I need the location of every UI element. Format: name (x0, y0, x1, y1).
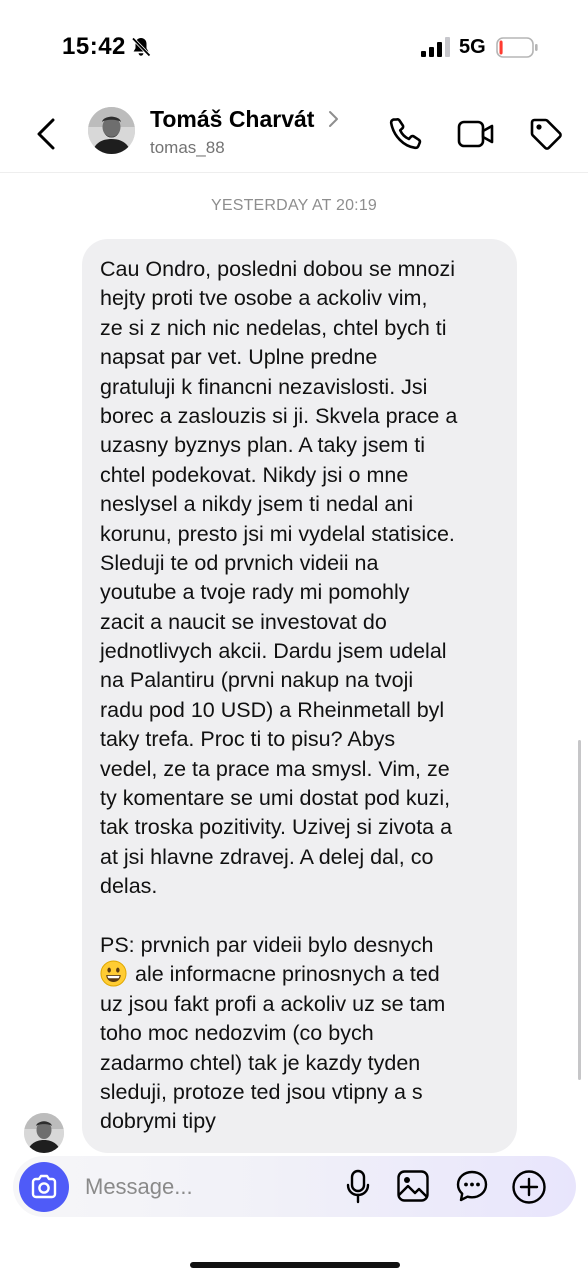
message-line: vedel, ze ta prace ma smysl. Vim, ze (100, 756, 450, 781)
status-bar: 15:42 5G (0, 0, 588, 96)
network-label: 5G (459, 36, 486, 58)
chat-header: Tomáš Charvát tomas_88 (0, 96, 588, 173)
mic-icon[interactable] (345, 1169, 371, 1205)
contact-username: tomas_88 (150, 138, 225, 157)
message-line: toho moc nedozvim (co bych (100, 1021, 374, 1046)
contact-name[interactable]: Tomáš Charvát (150, 106, 314, 133)
message-line: ty komentare se umi dostat pod kuzi, (100, 786, 451, 811)
message-bubble[interactable]: Cau Ondro, posledni dobou se mnozi hejty… (82, 239, 517, 1153)
message-line: Sleduji te od prvnich videii na (100, 550, 379, 575)
message-line: neslysel a nikdy jsem ti nedal ani (100, 492, 414, 517)
message-line: gratuluji k financni nezavislosti. Jsi (100, 374, 428, 399)
bell-off-icon (131, 37, 151, 57)
message-line-text: ale informacne prinosnych a ted (135, 962, 440, 987)
home-indicator[interactable] (190, 1262, 400, 1268)
plus-icon[interactable] (511, 1169, 547, 1205)
message-line: ale informacne prinosnych a ted (100, 960, 503, 989)
camera-button[interactable] (19, 1162, 69, 1212)
message-timestamp: YESTERDAY AT 20:19 (210, 197, 378, 214)
message-line: jednotlivych akcii. Dardu jsem udelal (100, 639, 447, 664)
video-call-icon[interactable] (457, 118, 495, 150)
message-line: sleduji, protoze ted jsou vtipny a s (100, 1079, 423, 1104)
camera-icon (31, 1174, 57, 1199)
tag-icon[interactable] (528, 116, 564, 152)
grinning-face-emoji-icon (100, 960, 127, 987)
message-input[interactable] (83, 1168, 317, 1206)
sticker-icon[interactable] (455, 1169, 489, 1203)
message-line: napsat par vet. Uplne predne (100, 345, 378, 370)
message-line: PS: prvnich par videii bylo desnych (100, 932, 434, 957)
message-line: radu pod 10 USD) a Rheinmetall byl (100, 697, 445, 722)
message-text: Cau Ondro, posledni dobou se mnozi hejty… (100, 255, 503, 1137)
message-line: hejty proti tve osobe a ackoliv vim, (100, 286, 428, 311)
phone-call-icon[interactable] (388, 116, 424, 152)
message-line: at jsi hlavne zdravej. A delej dal, co (100, 844, 434, 869)
message-line: na Palantiru (prvni nakup na tvoji (100, 668, 414, 693)
message-line: ze si z nich nic nedelas, chtel bych ti (100, 315, 447, 340)
message-line: korunu, presto jsi mi vydelal statisice. (100, 521, 455, 546)
message-line: uzasny byznys plan. A taky jsem ti (100, 433, 426, 458)
gallery-icon[interactable] (396, 1169, 430, 1203)
message-composer (13, 1156, 576, 1217)
message-line: tak troska pozitivity. Uzivej si zivota … (100, 815, 453, 840)
battery-icon (496, 37, 538, 58)
message-line: uz jsou fakt profi a ackoliv uz se tam (100, 991, 446, 1016)
scrollbar-thumb[interactable] (578, 740, 581, 1080)
contact-avatar[interactable] (88, 107, 135, 154)
back-arrow-icon[interactable] (34, 114, 60, 154)
signal-icon (421, 37, 450, 57)
message-line: zacit a naucit se investovat do (100, 609, 387, 634)
message-line: zadarmo chtel) tak je kazdy tyden (100, 1050, 421, 1075)
message-line: youtube a tvoje rady mi pomohly (100, 580, 410, 605)
sender-avatar[interactable] (24, 1113, 64, 1153)
message-line: delas. (100, 874, 158, 899)
message-line: borec a zaslouzis si ji. Skvela prace a (100, 403, 458, 428)
status-time: 15:42 (62, 33, 126, 60)
message-line: dobrymi tipy (100, 1109, 216, 1134)
message-line: Cau Ondro, posledni dobou se mnozi (100, 257, 455, 281)
chevron-right-icon[interactable] (327, 110, 339, 128)
message-line: chtel podekovat. Nikdy jsi o mne (100, 462, 409, 487)
message-line: taky trefa. Proc ti to pisu? Abys (100, 727, 396, 752)
